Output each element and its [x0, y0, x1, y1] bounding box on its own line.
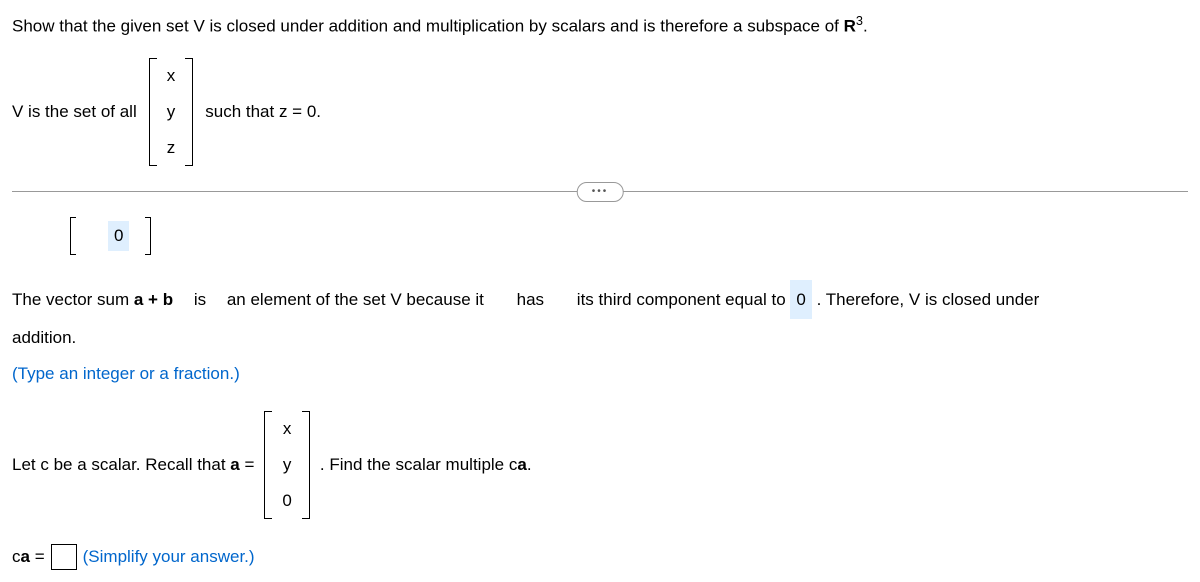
column-vector-xyz: x y z — [149, 58, 194, 165]
matrix-content: x y 0 — [272, 411, 301, 518]
problem-text-pre: Show that the given set V is closed unde… — [12, 17, 844, 36]
row-vector-content: 0 — [76, 217, 145, 255]
closure-has: has — [517, 281, 544, 318]
bracket-left — [264, 411, 272, 518]
closure-p1: The vector sum — [12, 290, 134, 309]
scalar-p1: Let c be a scalar. Recall that a = — [12, 453, 254, 477]
set-def-suffix: such that z = 0. — [205, 100, 321, 124]
closure-p3: its third component equal to — [577, 290, 786, 309]
vec-row-3: z — [167, 136, 176, 160]
row-vector-result: 0 — [70, 217, 151, 255]
set-definition: V is the set of all x y z such that z = … — [12, 58, 1188, 165]
space-symbol: R — [844, 17, 856, 36]
answer-input-box[interactable] — [51, 544, 77, 570]
vector-a-2: a — [517, 455, 526, 474]
vec-row-1: x — [167, 64, 176, 88]
hint-text-1: (Type an integer or a fraction.) — [12, 362, 1188, 386]
problem-text-post: . — [863, 17, 868, 36]
column-vector-xy0: x y 0 — [264, 411, 309, 518]
vector-a: a — [230, 455, 239, 474]
scalar-definition-row: Let c be a scalar. Recall that a = x y 0… — [12, 411, 1188, 518]
set-def-prefix: V is the set of all — [12, 100, 137, 124]
bracket-left — [149, 58, 157, 165]
closure-p4: . Therefore, V is closed under — [817, 290, 1040, 309]
closure-zero: 0 — [790, 280, 811, 319]
closure-p5: addition. — [12, 328, 76, 347]
matrix-content: x y z — [157, 58, 186, 165]
vector-a-lhs: a — [21, 547, 30, 566]
highlighted-answer: 0 — [108, 221, 129, 251]
problem-statement: Show that the given set V is closed unde… — [12, 12, 1188, 38]
hint-text-2: (Simplify your answer.) — [83, 545, 255, 569]
closure-is: is — [194, 281, 206, 318]
bracket-right — [145, 217, 151, 255]
vec-row-1: x — [283, 417, 292, 441]
space-exponent: 3 — [856, 13, 863, 28]
closure-ab: a + b — [134, 290, 173, 309]
section-divider: ••• — [12, 191, 1188, 192]
previous-answer-row: 0 — [70, 217, 1188, 255]
closure-sentence: The vector sum a + b is an element of th… — [12, 280, 1188, 357]
vec-row-2: y — [283, 453, 292, 477]
vec-row-2: y — [167, 100, 176, 124]
answer-lhs: ca = — [12, 545, 45, 569]
answer-row: ca = (Simplify your answer.) — [12, 544, 1188, 570]
bracket-right — [302, 411, 310, 518]
closure-p2: an element of the set V because it — [227, 290, 484, 309]
bracket-right — [185, 58, 193, 165]
ellipsis-icon[interactable]: ••• — [577, 182, 624, 202]
scalar-p2: . Find the scalar multiple ca. — [320, 453, 532, 477]
vec-row-3: 0 — [282, 489, 291, 513]
